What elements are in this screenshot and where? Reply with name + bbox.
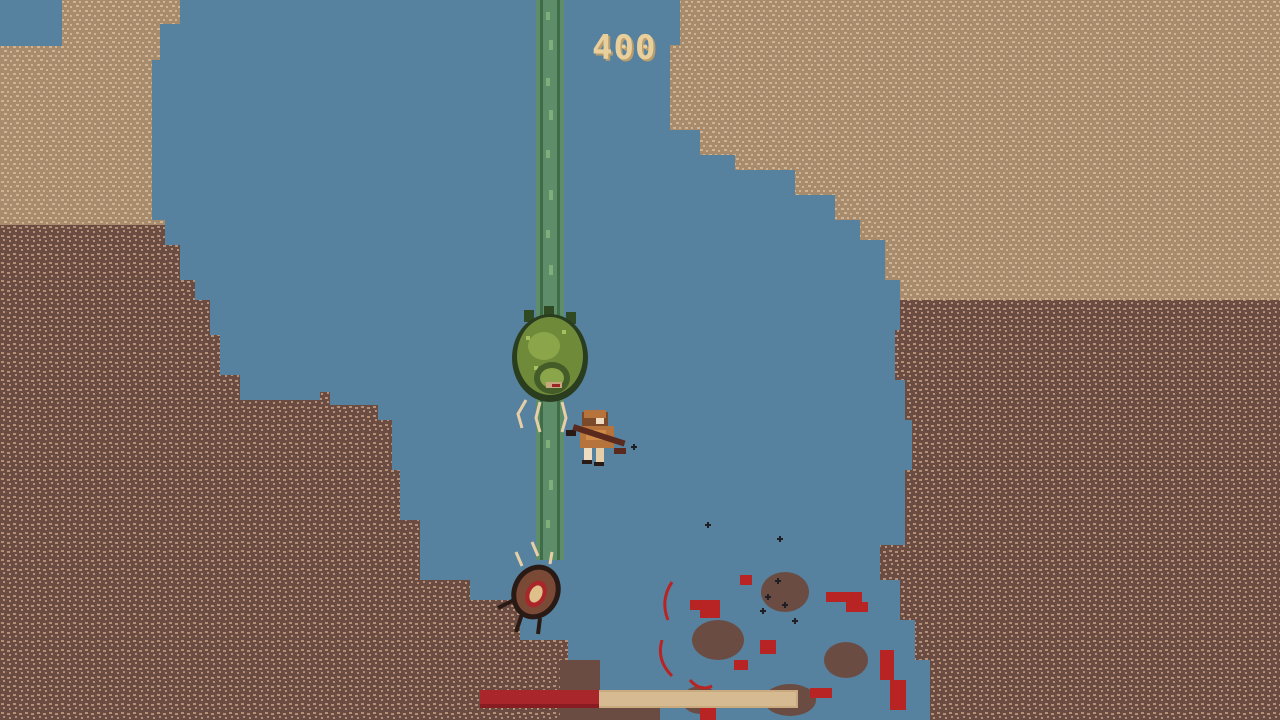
health-bar [480,690,798,708]
game-scene[interactable]: 400 [0,0,1280,720]
health-bar-fill [480,690,600,708]
brown-crab-bug-icon[interactable] [492,536,572,636]
soldier-with-rifle-icon[interactable] [558,404,638,474]
explosion-debris [631,444,906,720]
score-counter: 400 [592,28,657,68]
